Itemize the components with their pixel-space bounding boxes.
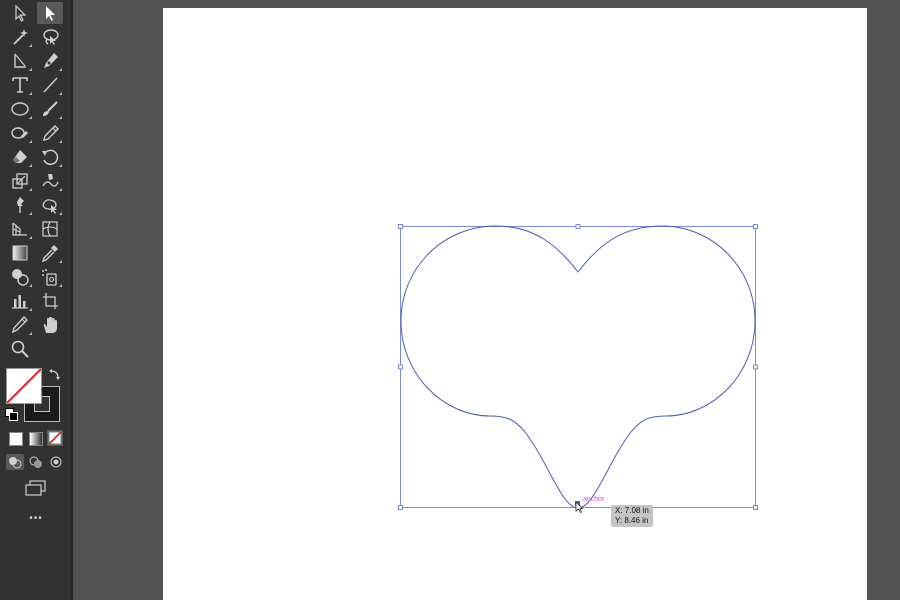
handle-middle-left — [398, 364, 403, 370]
bounding-box-handles[interactable] — [398, 224, 758, 510]
handle-top-left — [398, 224, 403, 229]
bounding-box[interactable] — [400, 226, 756, 508]
heart-path[interactable] — [400, 225, 756, 509]
fill-none-swatch-icon[interactable] — [6, 368, 42, 404]
handle-middle-right — [753, 364, 758, 370]
smart-guide-label: anchor — [583, 496, 605, 503]
cursor-y-readout: Y: 8.46 in — [615, 516, 649, 525]
canvas-overlay — [398, 224, 758, 513]
handle-bottom-right — [753, 505, 758, 510]
canvas-right-margin — [867, 0, 900, 600]
handle-top-right — [753, 224, 758, 229]
cursor-x-readout: X: 7.08 in — [615, 506, 649, 515]
handle-top-center — [575, 224, 581, 229]
cursor-coordinates-tooltip: X: 7.08 in Y: 8.46 in — [611, 505, 653, 527]
handle-bottom-left — [398, 505, 403, 510]
